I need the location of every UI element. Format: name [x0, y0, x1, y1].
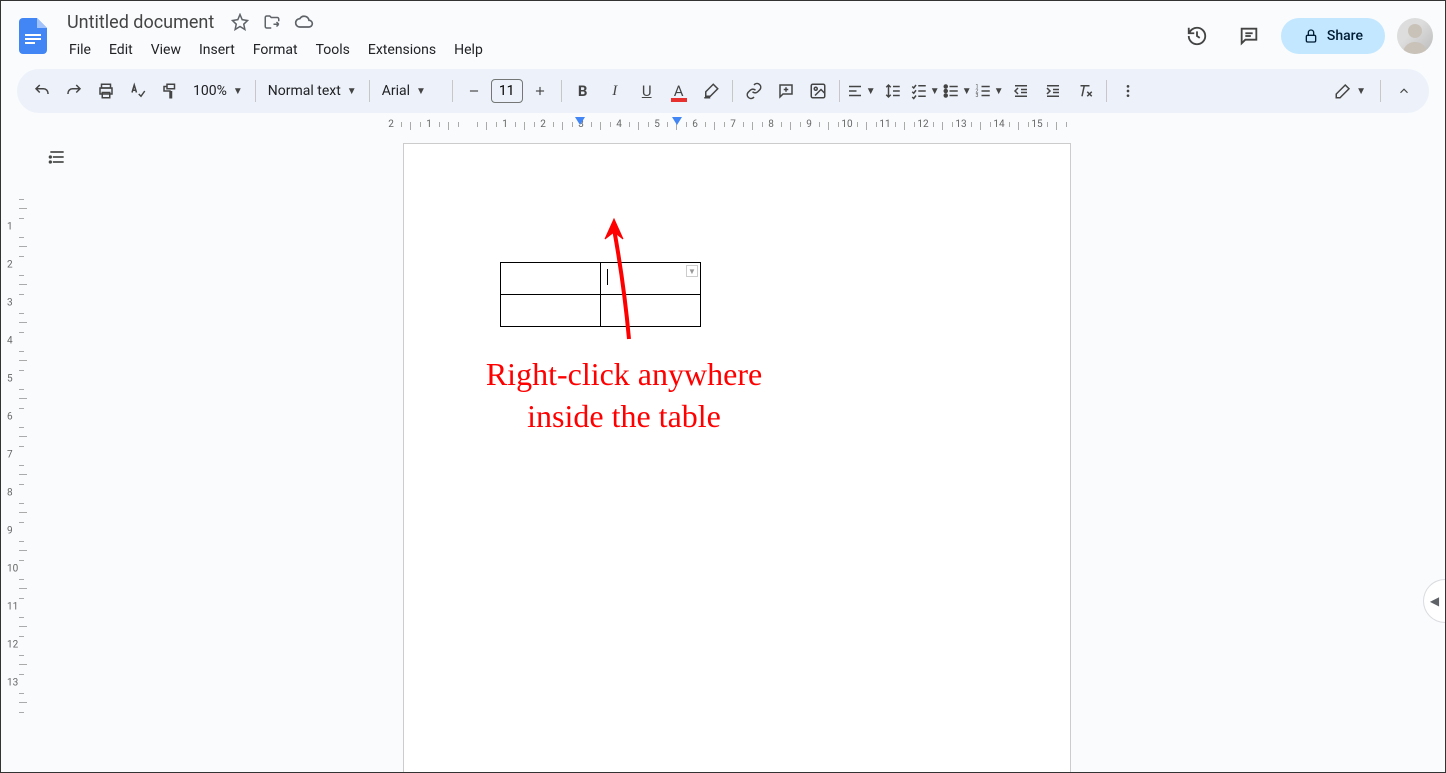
separator	[1106, 80, 1107, 102]
separator	[369, 80, 370, 102]
bulleted-list-button[interactable]: ▼	[942, 76, 972, 106]
align-button[interactable]: ▼	[846, 76, 876, 106]
page-area: ▼ Right-click anywhere inside the table	[29, 129, 1445, 772]
outline-button[interactable]	[39, 139, 75, 175]
history-icon[interactable]	[1177, 16, 1217, 56]
increase-indent-button[interactable]	[1038, 76, 1068, 106]
spellcheck-button[interactable]	[123, 76, 153, 106]
app-header: Untitled document File Edit View Insert …	[1, 1, 1445, 65]
share-button[interactable]: Share	[1281, 18, 1385, 54]
line-spacing-button[interactable]	[878, 76, 908, 106]
svg-text:3: 3	[975, 93, 978, 99]
page[interactable]: ▼ Right-click anywhere inside the table	[403, 143, 1071, 772]
title-area: Untitled document File Edit View Insert …	[61, 8, 1177, 64]
decrease-font-button[interactable]	[459, 76, 489, 106]
highlight-button[interactable]	[696, 76, 726, 106]
vertical-ruler[interactable]: 12345678910111213	[1, 129, 29, 772]
star-icon[interactable]	[228, 10, 252, 34]
bold-button[interactable]: B	[568, 76, 598, 106]
more-button[interactable]	[1113, 76, 1143, 106]
title-row: Untitled document	[61, 8, 1177, 36]
header-right: Share	[1177, 16, 1433, 56]
move-icon[interactable]	[260, 10, 284, 34]
menu-view[interactable]: View	[143, 38, 189, 62]
underline-button[interactable]: U	[632, 76, 662, 106]
document-container: 12345678910111213 ▼	[1, 129, 1445, 772]
menu-insert[interactable]: Insert	[191, 38, 243, 62]
comments-icon[interactable]	[1229, 16, 1269, 56]
separator	[839, 80, 840, 102]
italic-button[interactable]: I	[600, 76, 630, 106]
separator	[452, 80, 453, 102]
chevron-down-icon: ▼	[347, 86, 357, 97]
insert-link-button[interactable]	[739, 76, 769, 106]
font-select[interactable]: Arial▼	[376, 79, 446, 103]
add-comment-button[interactable]	[771, 76, 801, 106]
table-cell[interactable]	[501, 295, 601, 327]
toolbar: 100%▼ Normal text▼ Arial▼ 11 B I U A ▼ ▼…	[17, 69, 1429, 113]
share-label: Share	[1327, 28, 1363, 44]
menu-help[interactable]: Help	[446, 38, 491, 62]
text-color-button[interactable]: A	[664, 76, 694, 106]
clear-formatting-button[interactable]	[1070, 76, 1100, 106]
redo-button[interactable]	[59, 76, 89, 106]
menu-tools[interactable]: Tools	[308, 38, 358, 62]
table-cell[interactable]	[501, 263, 601, 295]
menu-extensions[interactable]: Extensions	[360, 38, 444, 62]
separator	[561, 80, 562, 102]
separator	[1380, 80, 1381, 102]
menu-bar: File Edit View Insert Format Tools Exten…	[61, 36, 1177, 64]
chevron-down-icon: ▼	[416, 86, 426, 97]
menu-format[interactable]: Format	[245, 38, 306, 62]
annotation-text: Right-click anywhere inside the table	[424, 354, 824, 437]
zoom-select[interactable]: 100%▼	[187, 79, 249, 103]
avatar[interactable]	[1397, 18, 1433, 54]
paragraph-style-select[interactable]: Normal text▼	[262, 79, 363, 103]
undo-button[interactable]	[27, 76, 57, 106]
chevron-down-icon: ▼	[233, 86, 243, 97]
lock-icon	[1303, 28, 1319, 44]
docs-logo[interactable]	[13, 16, 53, 56]
menu-file[interactable]: File	[61, 38, 99, 62]
checklist-button[interactable]: ▼	[910, 76, 940, 106]
numbered-list-button[interactable]: 123▼	[974, 76, 1004, 106]
document-title[interactable]: Untitled document	[61, 10, 220, 35]
insert-image-button[interactable]	[803, 76, 833, 106]
cloud-icon[interactable]	[292, 10, 316, 34]
increase-font-button[interactable]	[525, 76, 555, 106]
separator	[732, 80, 733, 102]
editing-mode-button[interactable]: ▼	[1328, 76, 1372, 106]
annotation-arrow	[599, 214, 659, 354]
menu-edit[interactable]: Edit	[101, 38, 141, 62]
separator	[255, 80, 256, 102]
print-button[interactable]	[91, 76, 121, 106]
paint-format-button[interactable]	[155, 76, 185, 106]
cell-dropdown-icon[interactable]: ▼	[686, 265, 698, 277]
collapse-toolbar-button[interactable]	[1389, 76, 1419, 106]
font-size-input[interactable]: 11	[491, 79, 523, 103]
decrease-indent-button[interactable]	[1006, 76, 1036, 106]
